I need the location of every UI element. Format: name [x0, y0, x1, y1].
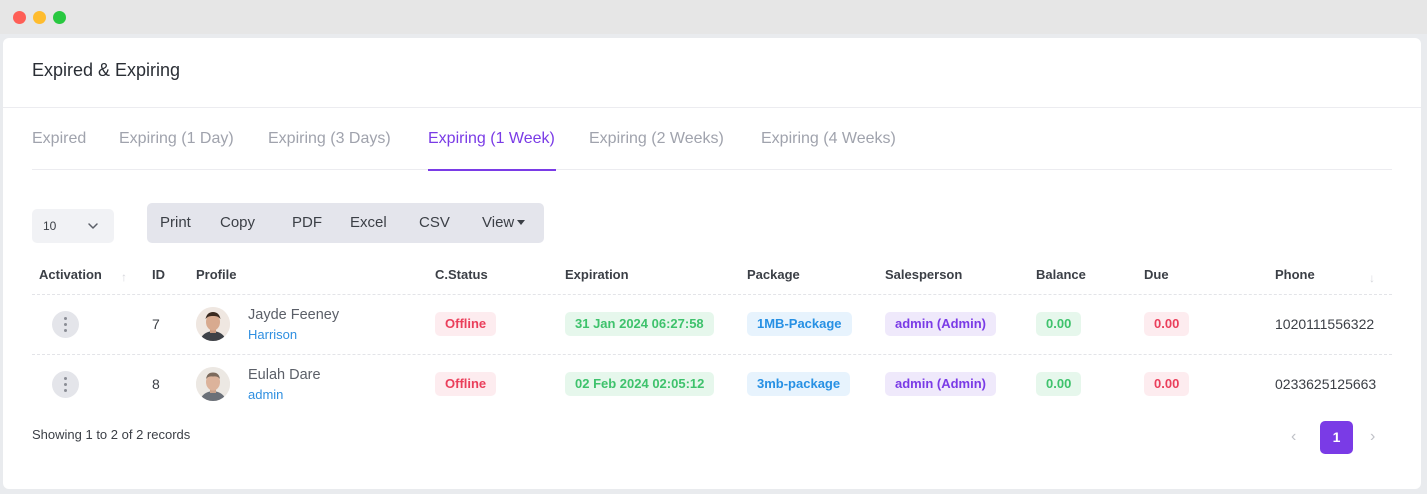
- chevron-down-icon: [88, 223, 98, 229]
- page-title: Expired & Expiring: [32, 60, 181, 80]
- package-badge: 3mb-package: [747, 372, 851, 396]
- expiration-badge: 02 Feb 2024 02:05:12: [565, 372, 715, 396]
- pagination-page-1[interactable]: 1: [1320, 421, 1353, 454]
- status-badge: Offline: [435, 312, 497, 336]
- tab-expired[interactable]: Expired: [32, 130, 86, 148]
- export-button-group: Print Copy PDF Excel CSV View: [147, 203, 544, 243]
- header-divider: [32, 294, 1392, 295]
- profile-name: Eulah Dare: [248, 367, 321, 383]
- close-window-button[interactable]: [13, 11, 26, 24]
- status-badge: Offline: [435, 372, 497, 396]
- balance-badge: 0.00: [1036, 372, 1082, 396]
- sort-down-icon[interactable]: ↓: [1369, 271, 1375, 285]
- column-header-activation[interactable]: Activation: [39, 267, 102, 282]
- expiry-tabs: Expired Expiring (1 Day) Expiring (3 Day…: [32, 116, 1392, 171]
- expiry-card: Expired & Expiring Expired Expiring (1 D…: [3, 38, 1421, 489]
- page-length-value: 10: [43, 219, 57, 233]
- phone-number: 0233625125663: [1275, 376, 1377, 392]
- profile-username-link[interactable]: Harrison: [248, 327, 297, 342]
- pdf-button[interactable]: PDF: [292, 214, 322, 231]
- due-badge: 0.00: [1144, 312, 1190, 336]
- avatar: [196, 307, 230, 341]
- column-header-due[interactable]: Due: [1144, 267, 1169, 282]
- view-label: View: [482, 214, 515, 231]
- minimize-window-button[interactable]: [33, 11, 46, 24]
- package-badge: 1MB-Package: [747, 312, 852, 336]
- caret-down-icon: [517, 219, 526, 225]
- active-tab-indicator: [428, 169, 556, 171]
- print-button[interactable]: Print: [160, 214, 191, 231]
- column-header-salesperson[interactable]: Salesperson: [885, 267, 962, 282]
- due-badge: 0.00: [1144, 372, 1190, 396]
- view-dropdown-button[interactable]: View: [482, 214, 526, 231]
- tab-expiring-3-days[interactable]: Expiring (3 Days): [268, 130, 391, 148]
- maximize-window-button[interactable]: [53, 11, 66, 24]
- column-header-balance[interactable]: Balance: [1036, 267, 1086, 282]
- column-header-package[interactable]: Package: [747, 267, 800, 282]
- records-info: Showing 1 to 2 of 2 records: [32, 427, 191, 442]
- sort-up-icon[interactable]: ↑: [121, 270, 127, 284]
- row-id: 8: [152, 376, 160, 392]
- row-actions-button[interactable]: [52, 311, 79, 338]
- page-length-select[interactable]: 10: [32, 209, 114, 243]
- tab-expiring-4-weeks[interactable]: Expiring (4 Weeks): [761, 130, 896, 148]
- column-header-profile[interactable]: Profile: [196, 267, 236, 282]
- chevron-right-icon[interactable]: ›: [1370, 428, 1375, 446]
- column-header-cstatus[interactable]: C.Status: [435, 267, 488, 282]
- csv-button[interactable]: CSV: [419, 214, 450, 231]
- tab-expiring-1-week[interactable]: Expiring (1 Week): [428, 130, 555, 148]
- copy-button[interactable]: Copy: [220, 214, 255, 231]
- tab-expiring-1-day[interactable]: Expiring (1 Day): [119, 130, 234, 148]
- window-titlebar: [0, 0, 1427, 34]
- row-actions-button[interactable]: [52, 371, 79, 398]
- profile-name: Jayde Feeney: [248, 307, 340, 323]
- row-id: 7: [152, 316, 160, 332]
- profile-username-link[interactable]: admin: [248, 387, 283, 402]
- expiration-badge: 31 Jan 2024 06:27:58: [565, 312, 714, 336]
- salesperson-badge: admin (Admin): [885, 372, 996, 396]
- column-header-id[interactable]: ID: [152, 267, 165, 282]
- salesperson-badge: admin (Admin): [885, 312, 996, 336]
- column-header-expiration[interactable]: Expiration: [565, 267, 629, 282]
- excel-button[interactable]: Excel: [350, 214, 387, 231]
- avatar: [196, 367, 230, 401]
- chevron-left-icon[interactable]: ‹: [1291, 428, 1296, 446]
- row-divider: [32, 354, 1392, 355]
- balance-badge: 0.00: [1036, 312, 1082, 336]
- column-header-phone[interactable]: Phone: [1275, 267, 1315, 282]
- card-header: Expired & Expiring: [3, 38, 1421, 108]
- tab-expiring-2-weeks[interactable]: Expiring (2 Weeks): [589, 130, 724, 148]
- phone-number: 1020111556322: [1275, 316, 1375, 332]
